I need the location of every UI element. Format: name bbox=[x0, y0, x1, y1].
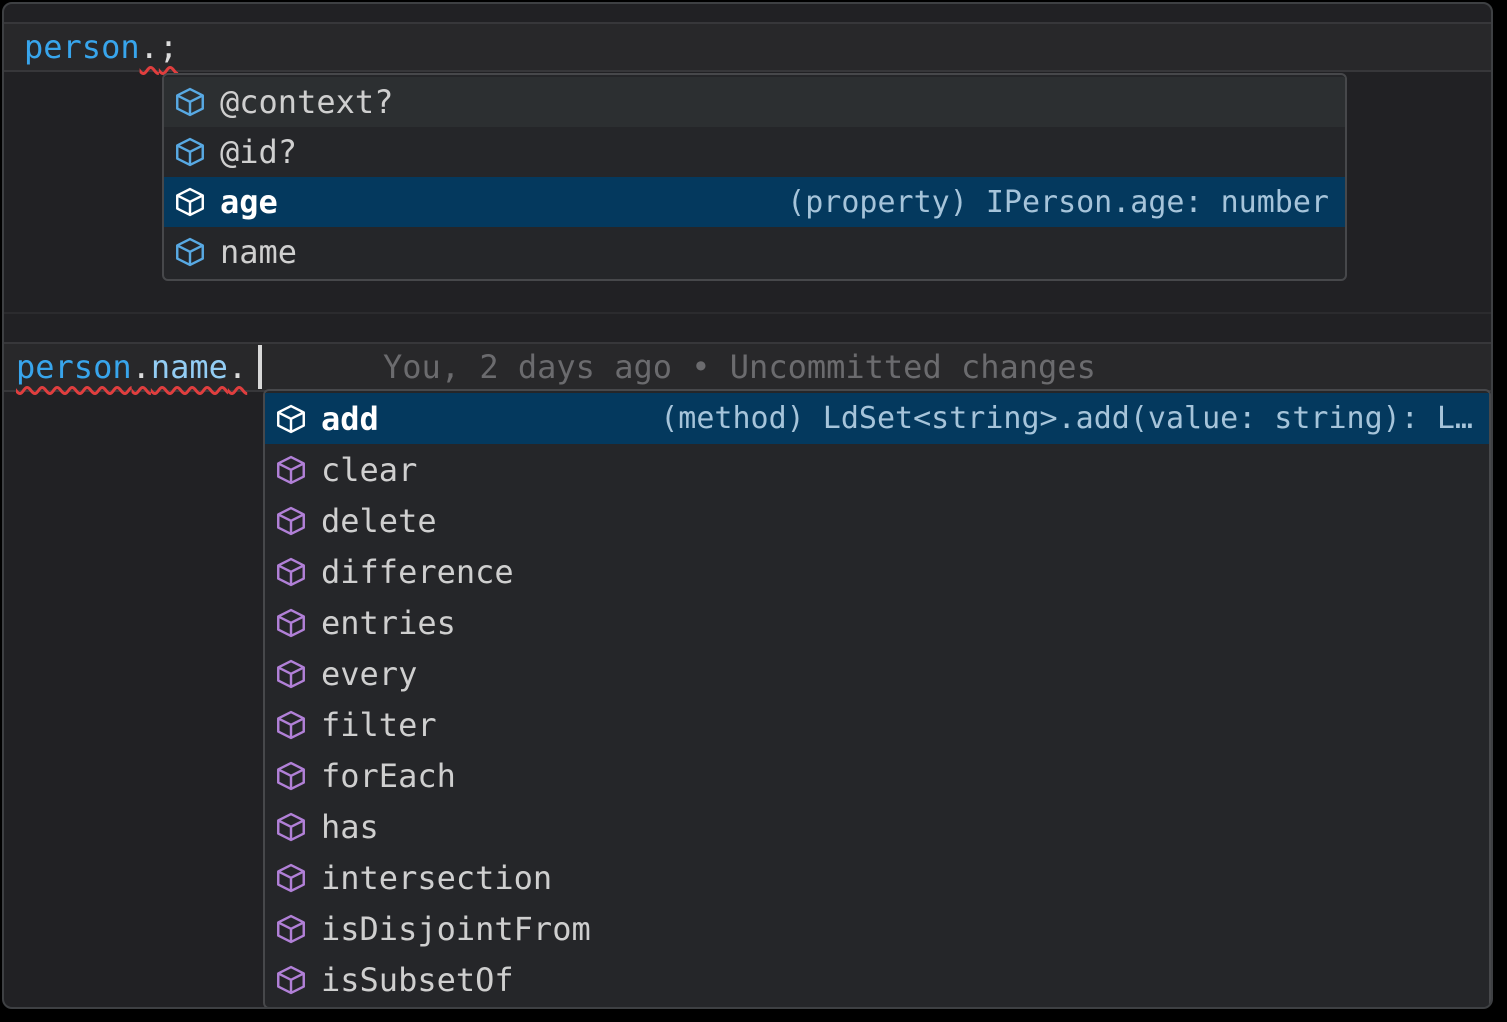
symbol-method-icon bbox=[273, 860, 309, 896]
suggest-item[interactable]: entries bbox=[265, 597, 1489, 648]
suggest-item[interactable]: @context? bbox=[164, 77, 1345, 127]
symbol-field-icon bbox=[172, 84, 208, 120]
symbol-method-icon bbox=[273, 401, 309, 437]
suggest-item-label: has bbox=[321, 808, 379, 846]
current-line-highlight-bottom: person.name. You, 2 days ago • Uncommitt… bbox=[4, 342, 1491, 392]
suggest-item[interactable]: every bbox=[265, 648, 1489, 699]
editor-window: person.; @context? bbox=[2, 2, 1493, 1009]
suggest-item[interactable]: filter bbox=[265, 699, 1489, 750]
text-cursor bbox=[258, 345, 262, 389]
screenshot-canvas: person.; @context? bbox=[0, 0, 1507, 1022]
code-token-dot: . bbox=[228, 348, 247, 386]
code-token-dot: . bbox=[140, 28, 159, 66]
suggest-item-label: filter bbox=[321, 706, 437, 744]
suggest-item-label: isDisjointFrom bbox=[321, 910, 591, 948]
suggest-item-label: @id? bbox=[220, 133, 297, 171]
suggest-item[interactable]: has bbox=[265, 801, 1489, 852]
symbol-field-icon bbox=[172, 184, 208, 220]
symbol-method-icon bbox=[273, 503, 309, 539]
symbol-method-icon bbox=[273, 554, 309, 590]
code-token-semicolon: ; bbox=[159, 28, 178, 66]
suggest-item[interactable]: add (method) LdSet<string>.add(value: st… bbox=[265, 393, 1489, 444]
suggest-item-label: forEach bbox=[321, 757, 456, 795]
suggest-item[interactable]: intersection bbox=[265, 852, 1489, 903]
symbol-method-icon bbox=[273, 758, 309, 794]
symbol-field-icon bbox=[172, 234, 208, 270]
suggest-item-label: every bbox=[321, 655, 417, 693]
suggest-item[interactable]: age (property) IPerson.age: number bbox=[164, 177, 1345, 227]
suggest-item-label: @context? bbox=[220, 83, 393, 121]
suggest-widget-top: @context? @id? bbox=[162, 73, 1347, 281]
symbol-method-icon bbox=[273, 962, 309, 998]
suggest-item-label: add bbox=[321, 400, 379, 438]
suggest-item-label: age bbox=[220, 183, 278, 221]
symbol-method-icon bbox=[273, 707, 309, 743]
suggest-item-label: clear bbox=[321, 451, 417, 489]
code-token-variable: person bbox=[16, 348, 132, 386]
suggest-item[interactable]: @id? bbox=[164, 127, 1345, 177]
suggest-item[interactable]: clear bbox=[265, 444, 1489, 495]
symbol-method-icon bbox=[273, 911, 309, 947]
pane-divider bbox=[4, 312, 1491, 314]
code-token-property: name bbox=[151, 348, 228, 386]
gitlens-blame-annotation: You, 2 days ago • Uncommitted changes bbox=[383, 344, 1096, 390]
suggest-widget-bottom: add (method) LdSet<string>.add(value: st… bbox=[263, 389, 1491, 1009]
suggest-item[interactable]: forEach bbox=[265, 750, 1489, 801]
symbol-method-icon bbox=[273, 452, 309, 488]
code-token-variable: person bbox=[24, 28, 140, 66]
suggest-item-label: name bbox=[220, 233, 297, 271]
symbol-method-icon bbox=[273, 605, 309, 641]
code-line-top[interactable]: person.; bbox=[24, 24, 178, 70]
symbol-field-icon bbox=[172, 134, 208, 170]
symbol-method-icon bbox=[273, 809, 309, 845]
code-line-bottom[interactable]: person.name. bbox=[16, 344, 247, 390]
suggest-item[interactable]: delete bbox=[265, 495, 1489, 546]
suggest-item-label: difference bbox=[321, 553, 514, 591]
suggest-item-detail: (property) IPerson.age: number bbox=[767, 185, 1329, 220]
code-token-dot: . bbox=[132, 348, 151, 386]
suggest-item[interactable]: isSubsetOf bbox=[265, 954, 1489, 1005]
current-line-highlight-top: person.; bbox=[4, 22, 1491, 72]
symbol-method-icon bbox=[273, 656, 309, 692]
suggest-item-label: entries bbox=[321, 604, 456, 642]
suggest-item-detail: (method) LdSet<string>.add(value: string… bbox=[640, 401, 1473, 436]
suggest-item[interactable]: isDisjointFrom bbox=[265, 903, 1489, 954]
suggest-item-label: intersection bbox=[321, 859, 552, 897]
suggest-item[interactable]: difference bbox=[265, 546, 1489, 597]
suggest-item-label: delete bbox=[321, 502, 437, 540]
suggest-item[interactable]: name bbox=[164, 227, 1345, 277]
suggest-item-label: isSubsetOf bbox=[321, 961, 514, 999]
